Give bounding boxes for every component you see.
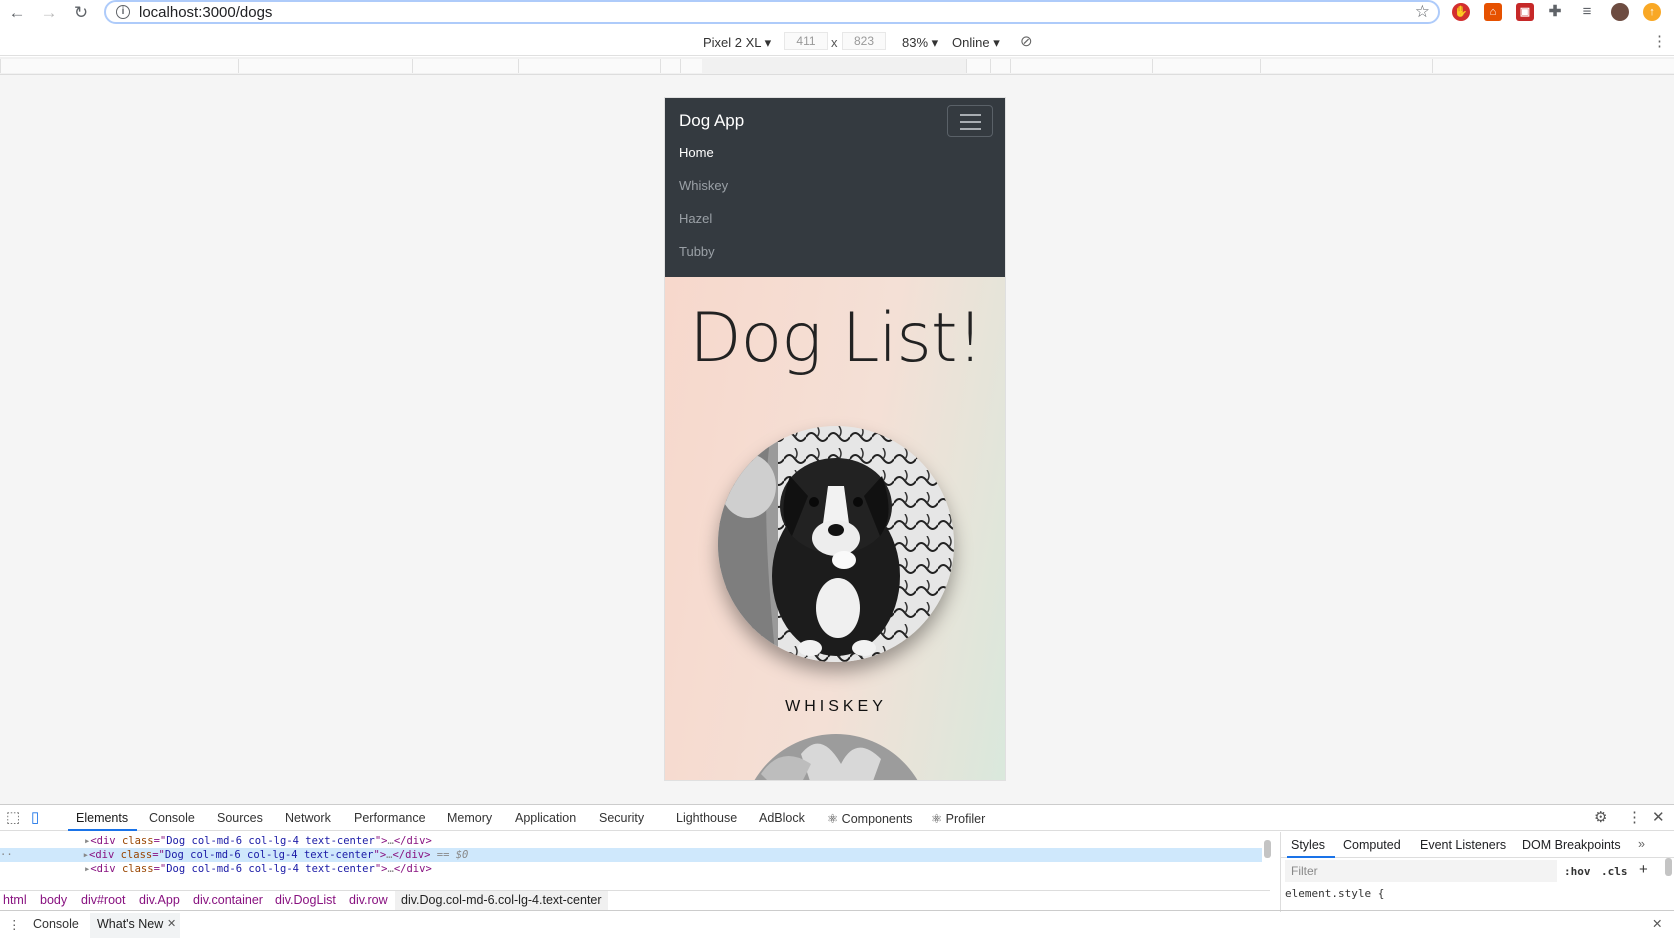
- breadcrumb-html[interactable]: html: [3, 891, 27, 910]
- forward-arrow-icon[interactable]: →: [38, 3, 60, 23]
- device-screen: Dog App Home Whiskey Hazel Tubby Dog Lis…: [664, 97, 1006, 781]
- devtools-panel: ⬚ ▯ Elements Console Sources Network Per…: [0, 804, 1674, 938]
- emulated-viewport: Dog App Home Whiskey Hazel Tubby Dog Lis…: [0, 75, 1674, 804]
- element-style-rule[interactable]: element.style {: [1285, 887, 1384, 900]
- tab-application[interactable]: Application: [515, 811, 576, 825]
- network-select[interactable]: Online ▾: [952, 35, 1000, 51]
- avatar[interactable]: [1611, 3, 1629, 21]
- tab-console[interactable]: Console: [149, 811, 195, 825]
- tab-lighthouse[interactable]: Lighthouse: [676, 811, 737, 825]
- tab-styles[interactable]: Styles: [1291, 838, 1325, 852]
- styles-filter-input[interactable]: Filter: [1285, 860, 1557, 882]
- dom-node[interactable]: ▸<div class="Dog col-md-6 col-lg-4 text-…: [0, 862, 1262, 876]
- console-drawer: ⋮ Console What's New ✕ ✕: [0, 910, 1674, 939]
- tab-network[interactable]: Network: [285, 811, 331, 825]
- width-input[interactable]: 411: [784, 32, 828, 50]
- adblock-extension-icon[interactable]: ✋: [1452, 3, 1470, 21]
- tab-elements[interactable]: Elements: [76, 811, 128, 825]
- drawer-tab-whats-new[interactable]: What's New: [97, 917, 163, 931]
- navbar: Dog App Home Whiskey Hazel Tubby: [665, 98, 1005, 277]
- dog-photo-partial[interactable]: [741, 734, 931, 780]
- inspect-element-icon[interactable]: ⬚: [6, 808, 20, 826]
- styles-pane: Styles Computed Event Listeners DOM Brea…: [1280, 832, 1674, 912]
- navbar-brand[interactable]: Dog App: [679, 111, 744, 131]
- tab-profiler[interactable]: ⚛ Profiler: [931, 811, 985, 826]
- close-tab-icon[interactable]: ✕: [167, 917, 176, 930]
- tab-event-listeners[interactable]: Event Listeners: [1420, 838, 1506, 852]
- puzzle-extensions-icon[interactable]: ✚: [1546, 3, 1564, 21]
- nav-link-home[interactable]: Home: [679, 145, 714, 160]
- styles-tab-indicator: [1287, 856, 1335, 858]
- dom-node-selected[interactable]: ·· ▸<div class="Dog col-md-6 col-lg-4 tex…: [0, 848, 1262, 862]
- close-drawer-icon[interactable]: ✕: [1652, 916, 1662, 931]
- address-bar[interactable]: i localhost:3000/dogs ☆: [104, 0, 1440, 24]
- browser-toolbar: ← → ↻ i localhost:3000/dogs ☆ ✋ ⌂ ▣ ✚ ≡ …: [0, 0, 1674, 26]
- devtools-tabbar: ⬚ ▯ Elements Console Sources Network Per…: [0, 805, 1674, 831]
- breadcrumb-body[interactable]: body: [40, 891, 67, 910]
- more-options-icon[interactable]: ⋮: [1652, 32, 1667, 50]
- info-icon[interactable]: i: [116, 5, 130, 19]
- tab-memory[interactable]: Memory: [447, 811, 492, 825]
- dom-scrollbar[interactable]: [1264, 840, 1271, 858]
- reading-list-icon[interactable]: ≡: [1578, 3, 1596, 21]
- breadcrumb-root[interactable]: div#root: [81, 891, 125, 910]
- breadcrumb-dog[interactable]: div.Dog.col-md-6.col-lg-4.text-center: [395, 891, 608, 910]
- media-query-bar[interactable]: [0, 57, 1674, 75]
- active-tab-indicator: [68, 829, 137, 831]
- dom-tree: ▸<div class="Dog col-md-6 col-lg-4 text-…: [0, 832, 1271, 890]
- hov-toggle[interactable]: :hov: [1564, 865, 1591, 878]
- styles-scrollbar[interactable]: [1665, 858, 1672, 876]
- tab-security[interactable]: Security: [599, 811, 644, 825]
- zoom-select[interactable]: 83% ▾: [902, 35, 938, 51]
- breadcrumb-app[interactable]: div.App: [139, 891, 180, 910]
- styles-tabbar: Styles Computed Event Listeners DOM Brea…: [1281, 832, 1674, 858]
- more-vertical-icon[interactable]: ⋮: [1627, 808, 1642, 826]
- height-input[interactable]: 823: [842, 32, 886, 50]
- hamburger-menu-icon[interactable]: [947, 105, 993, 137]
- dom-node[interactable]: ▸<div class="Dog col-md-6 col-lg-4 text-…: [0, 834, 1262, 848]
- dimension-times: x: [831, 35, 838, 50]
- reload-icon[interactable]: ↻: [70, 3, 92, 23]
- extension-red-icon[interactable]: ▣: [1516, 3, 1534, 21]
- tab-sources[interactable]: Sources: [217, 811, 263, 825]
- breadcrumb-row[interactable]: div.row: [349, 891, 388, 910]
- page-title: Dog List!: [689, 299, 984, 378]
- tab-adblock[interactable]: AdBlock: [759, 811, 805, 825]
- nav-link-hazel[interactable]: Hazel: [679, 211, 712, 226]
- dog-photo-whiskey[interactable]: [718, 426, 954, 662]
- more-tabs-icon[interactable]: »: [1638, 837, 1645, 851]
- breadcrumb-doglist[interactable]: div.DogList: [275, 891, 336, 910]
- close-devtools-icon[interactable]: ✕: [1652, 808, 1665, 826]
- add-rule-icon[interactable]: +: [1639, 861, 1648, 878]
- nav-link-tubby[interactable]: Tubby: [679, 244, 715, 259]
- dog-name-whiskey: WHISKEY: [785, 698, 887, 715]
- update-icon[interactable]: ↑: [1643, 3, 1661, 21]
- cls-toggle[interactable]: .cls: [1601, 865, 1628, 878]
- tab-dom-breakpoints[interactable]: DOM Breakpoints: [1522, 838, 1621, 852]
- tab-computed[interactable]: Computed: [1343, 838, 1401, 852]
- breadcrumb-container[interactable]: div.container: [193, 891, 263, 910]
- device-select[interactable]: Pixel 2 XL ▾: [703, 35, 771, 51]
- drawer-menu-icon[interactable]: ⋮: [8, 917, 21, 932]
- settings-gear-icon[interactable]: ⚙: [1594, 808, 1607, 826]
- toggle-device-icon[interactable]: ▯: [31, 808, 39, 826]
- nav-link-whiskey[interactable]: Whiskey: [679, 178, 728, 193]
- url-text[interactable]: localhost:3000/dogs: [139, 4, 272, 21]
- dog-list-section: Dog List! WHISKEY: [665, 277, 1005, 780]
- extension-off-icon[interactable]: ⌂: [1484, 3, 1502, 21]
- tab-performance[interactable]: Performance: [354, 811, 426, 825]
- breadcrumb: html body div#root div.App div.container…: [0, 890, 1270, 910]
- rotate-icon[interactable]: ⊘: [1020, 32, 1033, 50]
- tab-components[interactable]: ⚛ Components: [827, 811, 913, 826]
- back-arrow-icon[interactable]: ←: [6, 3, 28, 23]
- bookmark-star-icon[interactable]: ☆: [1415, 2, 1430, 22]
- device-toolbar: Pixel 2 XL ▾ 411 x 823 83% ▾ Online ▾ ⊘ …: [0, 26, 1674, 56]
- drawer-tab-console[interactable]: Console: [33, 917, 79, 931]
